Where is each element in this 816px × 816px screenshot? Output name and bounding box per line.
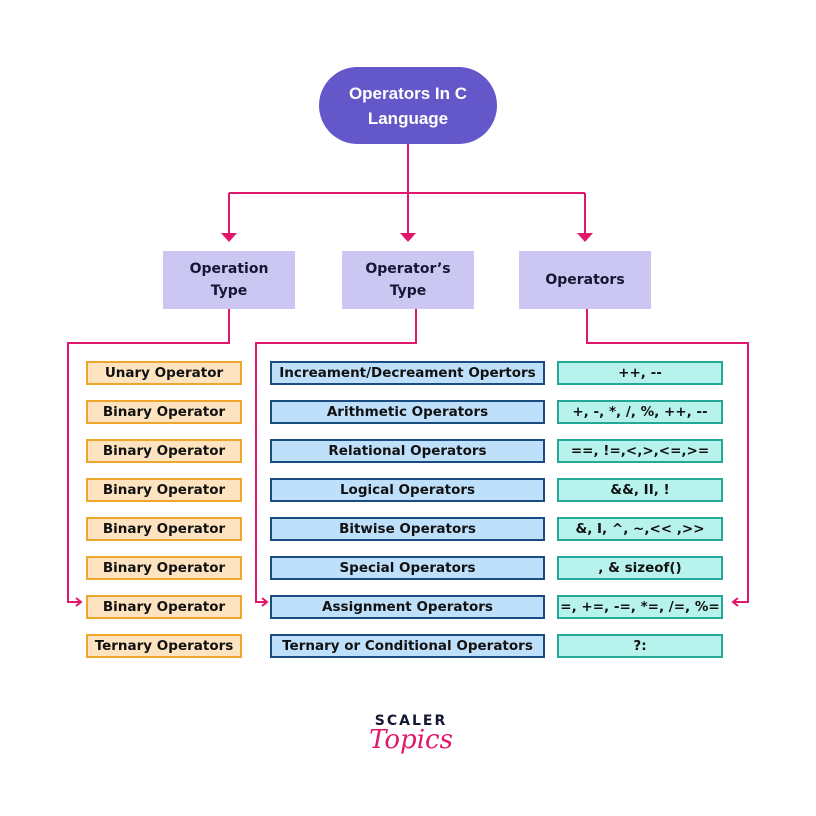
operation-type-cell: Binary Operator (86, 400, 242, 424)
operators-cell: +, -, *, /, %, ++, -- (557, 400, 723, 424)
operator-type-cell: Assignment Operators (270, 595, 545, 619)
operator-type-cell: Relational Operators (270, 439, 545, 463)
operation-type-cell: Unary Operator (86, 361, 242, 385)
operation-type-cell: Binary Operator (86, 478, 242, 502)
operator-type-cell: Bitwise Operators (270, 517, 545, 541)
arrowhead-assignment-values-row (731, 597, 739, 607)
operation-type-cell: Binary Operator (86, 439, 242, 463)
operators-cell: ?: (557, 634, 723, 658)
arrowhead-assignment-operators-row (261, 597, 269, 607)
operators-cell: &, I, ^, ~,<< ,>> (557, 517, 723, 541)
header-operators-type: Operator’s Type (342, 251, 474, 309)
operator-type-cell: Increament/Decreament Opertors (270, 361, 545, 385)
arrowhead-binary-operator-row (75, 597, 83, 607)
operator-type-cell: Arithmetic Operators (270, 400, 545, 424)
arrowhead-operation-type (221, 233, 237, 242)
operators-cell: ++, -- (557, 361, 723, 385)
operation-type-cell: Binary Operator (86, 595, 242, 619)
operators-cell: =, +=, -=, *=, /=, %= (557, 595, 723, 619)
operator-type-cell: Ternary or Conditional Operators (270, 634, 545, 658)
header-operation-type-label: Operation Type (189, 261, 269, 299)
operators-cell: , & sizeof() (557, 556, 723, 580)
header-operators: Operators (519, 251, 651, 309)
operation-type-cell: Binary Operator (86, 556, 242, 580)
header-operators-label: Operators (545, 272, 625, 288)
operation-type-cell: Ternary Operators (86, 634, 242, 658)
operation-type-cell: Binary Operator (86, 517, 242, 541)
root-node-label: Operators In C Language (348, 83, 468, 128)
operator-type-cell: Special Operators (270, 556, 545, 580)
logo-wordmark-topics: Topics (369, 725, 453, 755)
header-operators-type-label: Operator’s Type (365, 261, 451, 299)
arrowhead-operators-type (400, 233, 416, 242)
root-node: Operators In C Language (319, 67, 497, 144)
header-operation-type: Operation Type (163, 251, 295, 309)
operator-type-cell: Logical Operators (270, 478, 545, 502)
arrowhead-operators (577, 233, 593, 242)
scaler-topics-logo: SCALER Topics (366, 713, 456, 773)
operators-cell: ==, !=,<,>,<=,>= (557, 439, 723, 463)
operators-cell: &&, II, ! (557, 478, 723, 502)
